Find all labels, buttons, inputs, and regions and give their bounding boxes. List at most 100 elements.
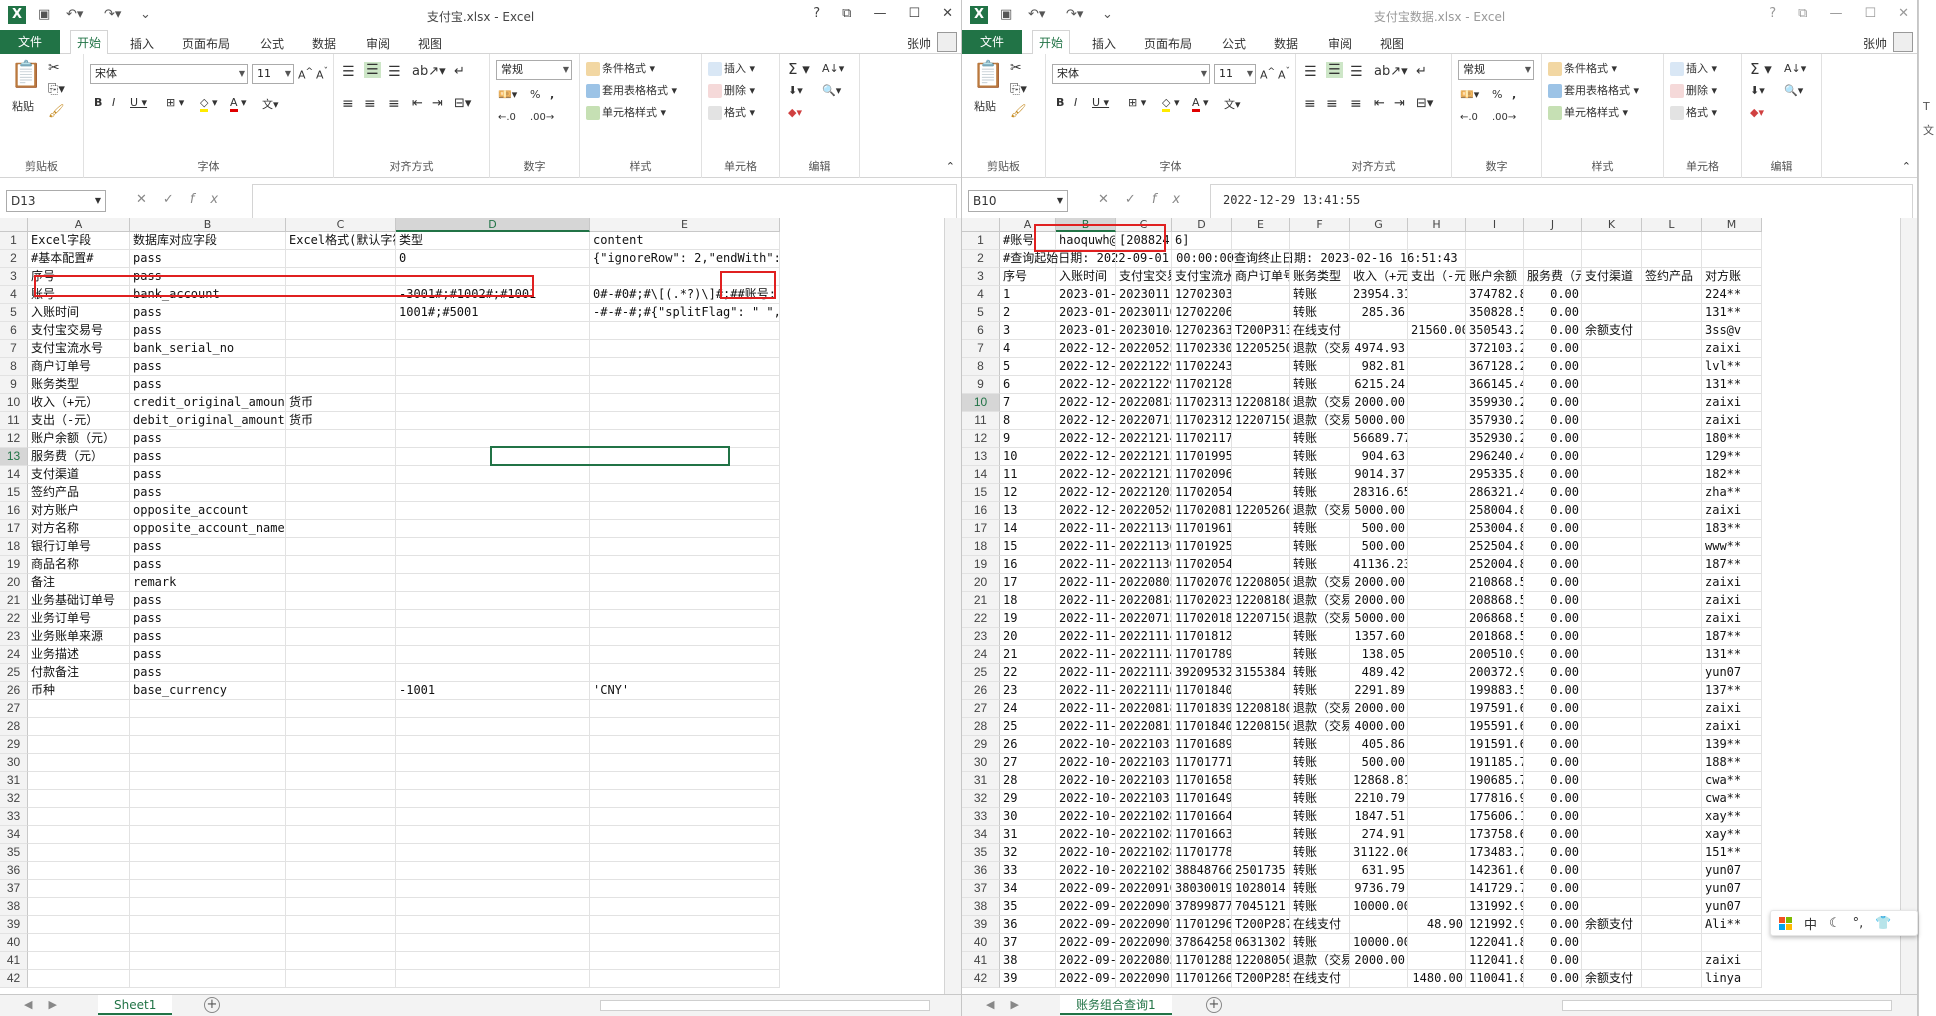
row-header[interactable]: 42 — [0, 970, 28, 988]
cell[interactable]: 367128.2 — [1466, 358, 1524, 376]
maximize-icon[interactable]: ☐ — [908, 6, 920, 21]
row-header[interactable]: 6 — [0, 322, 28, 340]
cell[interactable] — [130, 826, 286, 844]
sheet-tab-sheet1[interactable]: Sheet1 — [98, 995, 173, 1015]
cell[interactable]: 转账 — [1290, 484, 1350, 502]
cell[interactable] — [1172, 250, 1232, 268]
cell[interactable]: 2022103122 — [1116, 754, 1172, 772]
cell[interactable] — [396, 718, 590, 736]
cell[interactable] — [1232, 808, 1290, 826]
cell[interactable]: 199883.5 — [1466, 682, 1524, 700]
cell[interactable] — [286, 934, 396, 952]
horizontal-scrollbar[interactable] — [1562, 1000, 1892, 1011]
cell[interactable]: 2022081822 — [1116, 592, 1172, 610]
cell[interactable]: 转账 — [1290, 862, 1350, 880]
row-header[interactable]: 18 — [0, 538, 28, 556]
cell[interactable]: 24 — [1000, 700, 1056, 718]
cell[interactable]: 2022-09-0 — [1056, 898, 1116, 916]
cell[interactable] — [590, 268, 780, 286]
cell[interactable] — [1642, 934, 1702, 952]
row-header[interactable]: 21 — [0, 592, 28, 610]
cell[interactable]: 1220715020 — [1232, 412, 1290, 430]
cell[interactable]: 21560.00 — [1408, 322, 1466, 340]
cell[interactable]: 1220818008 — [1232, 700, 1290, 718]
cell[interactable] — [28, 754, 130, 772]
cell[interactable]: 173758.6 — [1466, 826, 1524, 844]
cell[interactable]: 3ss@v — [1702, 322, 1762, 340]
row-header[interactable]: 28 — [0, 718, 28, 736]
cell[interactable] — [590, 790, 780, 808]
row-header[interactable]: 15 — [962, 484, 1000, 502]
cell[interactable]: 1220818008 — [1232, 592, 1290, 610]
cell[interactable] — [1582, 430, 1642, 448]
cell[interactable]: 0.00 — [1524, 502, 1582, 520]
cell[interactable]: 252504.8 — [1466, 538, 1524, 556]
cell[interactable]: 转账 — [1290, 736, 1350, 754]
cell[interactable] — [1408, 862, 1466, 880]
cell[interactable]: 187** — [1702, 628, 1762, 646]
cell[interactable]: zha** — [1702, 484, 1762, 502]
cell[interactable]: 退款（交易 — [1290, 610, 1350, 628]
cell[interactable]: 380300197 — [1172, 880, 1232, 898]
cell[interactable] — [286, 772, 396, 790]
cell[interactable]: 2022122922 — [1116, 358, 1172, 376]
cell[interactable]: 退款（交易 — [1290, 502, 1350, 520]
cell[interactable]: -#-#-#;#{"splitFlag": " ", — [590, 304, 780, 322]
cell[interactable] — [1582, 772, 1642, 790]
row-header[interactable]: 32 — [962, 790, 1000, 808]
ribbon-display-icon[interactable]: ⧉ — [1798, 6, 1807, 21]
row-header[interactable]: 22 — [0, 610, 28, 628]
delete-cells-button[interactable]: 删除 ▾ — [1670, 82, 1717, 98]
cell[interactable] — [1582, 880, 1642, 898]
tab-data[interactable]: 数据 — [312, 35, 336, 52]
cell[interactable] — [396, 880, 590, 898]
row-header[interactable]: 30 — [0, 754, 28, 772]
row-header[interactable]: 14 — [0, 466, 28, 484]
cell[interactable] — [1642, 628, 1702, 646]
row-header[interactable]: 32 — [0, 790, 28, 808]
cell[interactable] — [1582, 304, 1642, 322]
cell[interactable] — [28, 916, 130, 934]
cell[interactable]: 17 — [1000, 574, 1056, 592]
cell[interactable]: 38 — [1000, 952, 1056, 970]
cell[interactable]: 2022-10-2 — [1056, 826, 1116, 844]
cell[interactable] — [286, 358, 396, 376]
cell[interactable]: 在线支付 — [1290, 916, 1350, 934]
cell[interactable]: pass — [130, 268, 286, 286]
cell[interactable]: 28316.65 — [1350, 484, 1408, 502]
cell[interactable]: 200372.9 — [1466, 664, 1524, 682]
cell[interactable] — [1642, 250, 1702, 268]
cell[interactable]: 业务描述 — [28, 646, 130, 664]
cell[interactable]: 187** — [1702, 556, 1762, 574]
cell[interactable]: 转账 — [1290, 808, 1350, 826]
format-painter-icon[interactable]: 🖌 — [48, 104, 65, 119]
cell[interactable]: 2022081822 — [1116, 700, 1172, 718]
cell[interactable]: 295335.8 — [1466, 466, 1524, 484]
cell[interactable]: 2022-11-1 — [1056, 682, 1116, 700]
number-format-select[interactable]: 常规 ▼ — [1458, 60, 1534, 80]
cell[interactable]: 0.00 — [1524, 808, 1582, 826]
format-cells-button[interactable]: 格式 ▾ — [708, 104, 755, 120]
row-header[interactable]: 27 — [962, 700, 1000, 718]
row-header[interactable]: 35 — [962, 844, 1000, 862]
cell[interactable]: 2022-12-3 — [1056, 340, 1116, 358]
cell[interactable]: 258004.8 — [1466, 502, 1524, 520]
cell[interactable] — [1642, 412, 1702, 430]
conditional-format-button[interactable]: 条件格式 ▾ — [1548, 60, 1617, 76]
cell[interactable]: 0.00 — [1524, 466, 1582, 484]
cell[interactable]: 22 — [1000, 664, 1056, 682]
cell[interactable]: 23 — [1000, 682, 1056, 700]
cell[interactable]: 2022-12-1 — [1056, 448, 1116, 466]
cell[interactable]: 支付宝交易号 — [28, 322, 130, 340]
cell[interactable]: 31122.06 — [1350, 844, 1408, 862]
cell[interactable]: 127023033 — [1172, 286, 1232, 304]
cell[interactable] — [1582, 826, 1642, 844]
cell[interactable]: 2022102733 — [1116, 862, 1172, 880]
cell[interactable]: 142361.6 — [1466, 862, 1524, 880]
cell[interactable] — [28, 844, 130, 862]
cell[interactable]: 2022-12-2 — [1056, 394, 1116, 412]
cell[interactable]: 366145.4 — [1466, 376, 1524, 394]
comma-icon[interactable]: , — [1512, 88, 1516, 101]
row-header[interactable]: 25 — [0, 664, 28, 682]
cell[interactable]: #查询起始日期: 2022-09-01 00:00:00查询终止日期: 2023… — [1000, 250, 1458, 268]
